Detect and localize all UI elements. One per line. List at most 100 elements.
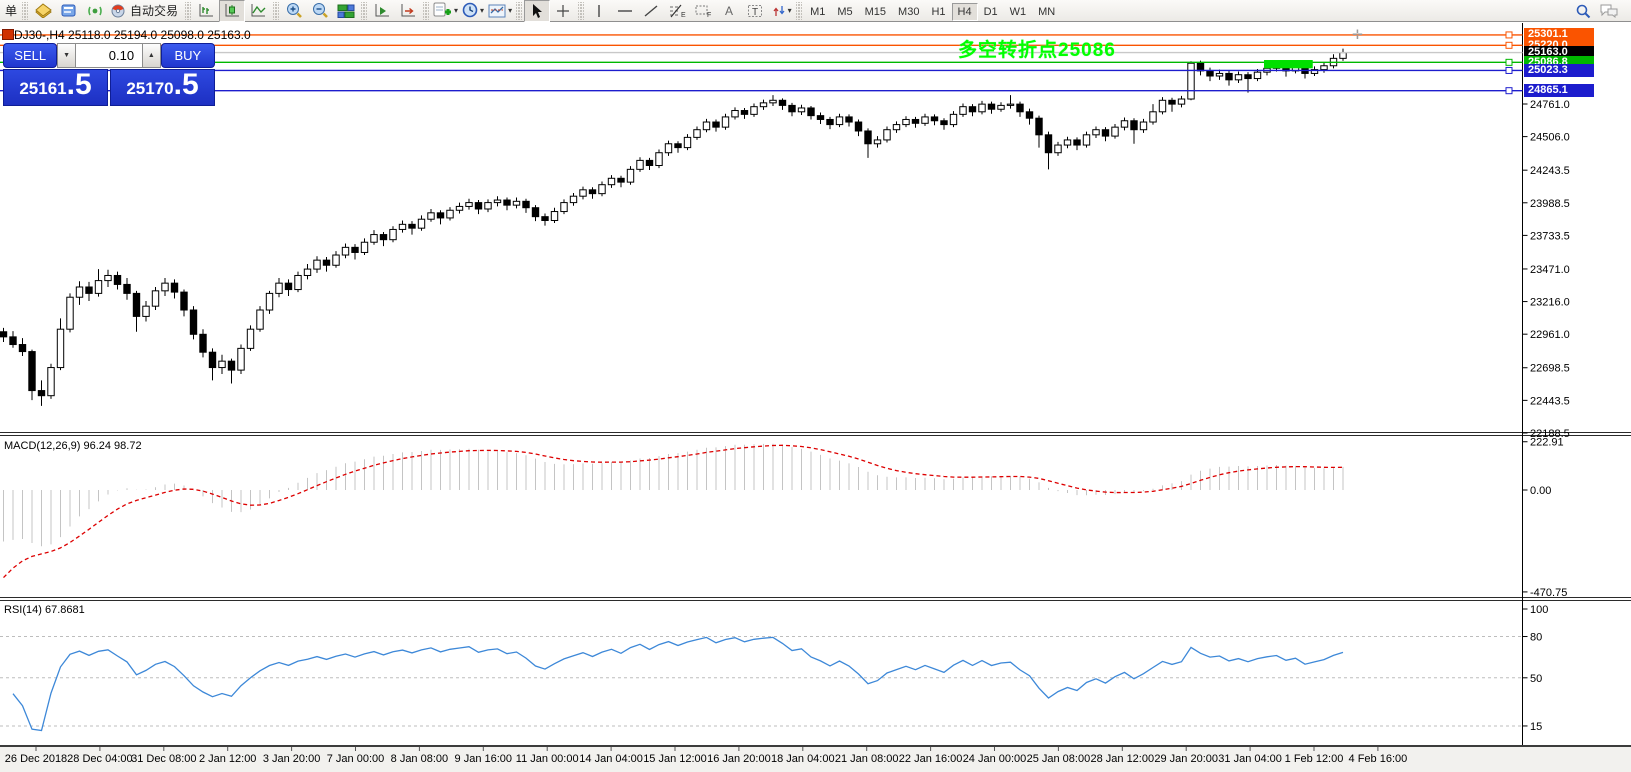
line-chart-button[interactable] — [245, 0, 271, 22]
macd-axis-label: 222.91 — [1530, 437, 1564, 449]
channel-tool-button[interactable]: F — [690, 0, 716, 22]
x-axis-label: 29 Jan 20:00 — [1154, 753, 1218, 765]
periods-button[interactable]: ▾ — [460, 0, 486, 22]
x-axis-label: 3 Jan 20:00 — [263, 753, 321, 765]
bar-chart-button[interactable] — [193, 0, 219, 22]
price-line-handle[interactable] — [1506, 42, 1512, 48]
x-axis-label: 7 Jan 00:00 — [327, 753, 385, 765]
price-line-handle[interactable] — [1506, 59, 1512, 65]
buy-price-fraction: .5 — [174, 70, 199, 100]
horizontal-line-tool-button[interactable] — [612, 0, 638, 22]
y-axis-tick-label: 22961.0 — [1530, 329, 1570, 341]
indicators-dropdown-arrow[interactable]: ▾ — [454, 6, 458, 15]
chart-shift-button[interactable] — [395, 0, 421, 22]
buy-button[interactable]: BUY — [161, 43, 215, 68]
highlight-rectangle[interactable] — [1264, 60, 1313, 68]
autotrading-button[interactable]: 自动交易 — [108, 0, 183, 22]
price-axis-label-24865.1: 24865.1 — [1524, 84, 1594, 97]
x-axis-label: 14 Jan 04:00 — [579, 753, 643, 765]
chart-canvas[interactable]: 24761.024506.024243.523988.523733.523471… — [0, 0, 1631, 772]
panel-separator[interactable] — [0, 432, 1631, 433]
timeframe-mn[interactable]: MN — [1032, 3, 1061, 21]
market-watch-button[interactable] — [30, 0, 56, 22]
x-axis-label: 16 Jan 20:00 — [707, 753, 771, 765]
x-axis-label: 24 Jan 00:00 — [963, 753, 1027, 765]
timeframe-m30[interactable]: M30 — [892, 3, 925, 21]
auto-scroll-icon — [373, 3, 391, 19]
chat-icon[interactable] — [1599, 3, 1619, 18]
timeframe-w1[interactable]: W1 — [1004, 3, 1033, 21]
zoom-out-button[interactable] — [307, 0, 333, 22]
timeframe-m15[interactable]: M15 — [859, 3, 892, 21]
toolbar-separator — [796, 2, 802, 20]
price-axis-label-25023.3: 25023.3 — [1524, 64, 1594, 77]
chart-shift-icon — [399, 3, 417, 19]
sell-price-display[interactable]: 25161.5 — [3, 69, 108, 106]
time-axis-separator — [0, 745, 1631, 747]
text-label-icon: T — [747, 3, 764, 19]
toolbar-separator — [516, 2, 522, 20]
x-axis-label: 11 Jan 00:00 — [516, 753, 579, 765]
timeframe-h4[interactable]: H4 — [952, 3, 978, 21]
autotrading-icon — [110, 3, 127, 18]
arrows-dropdown-arrow[interactable]: ▾ — [788, 6, 792, 15]
line-chart-icon — [249, 3, 267, 19]
volume-input[interactable]: 0.10 — [76, 43, 142, 68]
panel-separator[interactable] — [0, 435, 1631, 436]
periods-dropdown-arrow[interactable]: ▾ — [480, 6, 484, 15]
crosshair-icon — [555, 3, 571, 19]
templates-button[interactable]: ▾ — [486, 0, 514, 22]
sell-price-fraction: .5 — [67, 70, 92, 100]
cursor-tool-button[interactable] — [524, 0, 550, 22]
data-window-icon — [61, 3, 77, 18]
search-icon[interactable] — [1575, 3, 1591, 19]
price-line-handle[interactable] — [1506, 67, 1512, 73]
timeframe-m5[interactable]: M5 — [831, 3, 858, 21]
candlestick-chart-button[interactable] — [219, 0, 245, 22]
y-axis-tick-label: 23471.0 — [1530, 264, 1570, 276]
autotrading-label: 自动交易 — [127, 2, 181, 19]
templates-dropdown-arrow[interactable]: ▾ — [508, 6, 512, 15]
timeframe-m1[interactable]: M1 — [804, 3, 831, 21]
new-order-button[interactable]: 单 — [2, 2, 20, 19]
price-line-handle[interactable] — [1506, 88, 1512, 94]
panel-separator[interactable] — [0, 597, 1631, 598]
buy-price-display[interactable]: 25170.5 — [110, 69, 215, 106]
trendline-tool-button[interactable] — [638, 0, 664, 22]
volume-decrease-button[interactable]: ▼ — [57, 43, 76, 68]
vertical-line-icon — [593, 3, 605, 19]
y-axis-tick-label: 23988.5 — [1530, 198, 1570, 210]
horizontal-line-icon — [616, 4, 634, 18]
volume-increase-button[interactable]: ▲ — [142, 43, 161, 68]
vertical-line-tool-button[interactable] — [586, 0, 612, 22]
zoom-in-button[interactable] — [281, 0, 307, 22]
toolbar-separator — [578, 2, 584, 20]
tile-windows-button[interactable] — [333, 0, 359, 22]
macd-axis-label: 0.00 — [1530, 485, 1551, 497]
data-window-button[interactable] — [56, 0, 82, 22]
price-line-handle[interactable] — [1506, 32, 1512, 38]
template-icon — [488, 3, 507, 19]
rsi-axis-label: 15 — [1530, 721, 1542, 733]
sell-button[interactable]: SELL — [3, 43, 57, 68]
rsi-indicator-label: RSI(14) 67.8681 — [4, 604, 85, 616]
indicators-button[interactable]: ▾ — [431, 0, 460, 22]
panel-separator[interactable] — [0, 600, 1631, 601]
fibonacci-tool-button[interactable]: E — [664, 0, 690, 22]
toolbar-separator — [361, 2, 367, 20]
tile-windows-icon — [337, 3, 355, 19]
text-tool-button[interactable]: A — [716, 0, 742, 22]
pivot-annotation-text[interactable]: 多空转折点25086 — [958, 35, 1116, 62]
text-label-tool-button[interactable]: T — [742, 0, 768, 22]
auto-scroll-button[interactable] — [369, 0, 395, 22]
mouse-cursor: ✛ — [1352, 27, 1363, 43]
x-axis-label: 22 Jan 16:00 — [899, 753, 963, 765]
timeframe-h1[interactable]: H1 — [925, 3, 951, 21]
mt4-window: 单 自动交易 ▾ ▾ ▾ E F A T ▾ — [0, 0, 1631, 772]
crosshair-tool-button[interactable] — [550, 0, 576, 22]
y-axis-tick-label: 23733.5 — [1530, 230, 1570, 242]
timeframe-d1[interactable]: D1 — [978, 3, 1004, 21]
arrows-tool-button[interactable]: ▾ — [768, 0, 794, 22]
navigator-button[interactable] — [82, 0, 108, 22]
trendline-icon — [643, 3, 659, 19]
